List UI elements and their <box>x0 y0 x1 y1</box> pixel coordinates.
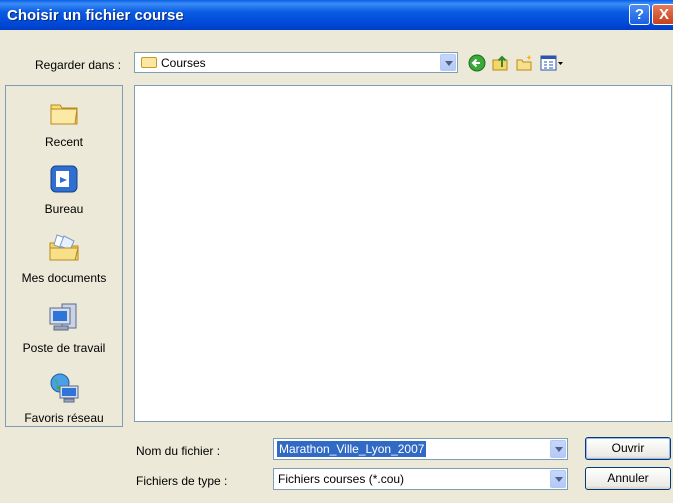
place-desktop[interactable]: Bureau <box>6 163 122 216</box>
filename-input[interactable]: Marathon_Ville_Lyon_2007 <box>273 438 568 460</box>
cancel-button[interactable]: Annuler <box>585 467 671 490</box>
place-label: Recent <box>44 135 84 149</box>
place-label: Poste de travail <box>22 341 106 355</box>
window-title: Choisir un fichier course <box>7 7 184 24</box>
place-my-computer[interactable]: Poste de travail <box>6 302 122 355</box>
place-recent[interactable]: Recent <box>6 96 122 149</box>
open-button[interactable]: Ouvrir <box>585 437 671 460</box>
file-list[interactable] <box>134 85 672 422</box>
place-label: Bureau <box>44 202 84 216</box>
title-bar: Choisir un fichier course ? X <box>0 0 673 30</box>
look-in-combo[interactable]: Courses <box>134 52 458 73</box>
place-label: Favoris réseau <box>24 411 104 425</box>
filename-label: Nom du fichier : <box>136 444 221 458</box>
chevron-down-icon[interactable] <box>550 470 566 488</box>
folder-icon <box>141 57 157 68</box>
close-button[interactable]: X <box>652 4 673 25</box>
place-network[interactable]: Favoris réseau <box>6 372 122 425</box>
filetype-select[interactable]: Fichiers courses (*.cou) <box>273 468 568 490</box>
new-folder-icon[interactable] <box>516 54 534 72</box>
filename-value[interactable]: Marathon_Ville_Lyon_2007 <box>277 441 427 457</box>
up-folder-icon[interactable] <box>492 54 510 72</box>
place-my-documents[interactable]: Mes documents <box>6 232 122 285</box>
look-in-value: Courses <box>161 56 206 70</box>
my-documents-icon <box>49 234 79 261</box>
desktop-icon <box>50 165 78 193</box>
chevron-down-icon[interactable] <box>550 440 566 458</box>
view-menu-icon[interactable] <box>540 54 564 72</box>
places-bar: Recent Bureau Mes documents Poste de tra… <box>5 85 123 427</box>
my-computer-icon <box>49 303 77 331</box>
place-label: Mes documents <box>21 271 107 285</box>
look-in-label: Regarder dans : <box>35 58 122 72</box>
network-places-icon <box>50 373 79 403</box>
filetype-label: Fichiers de type : <box>136 474 228 488</box>
help-button[interactable]: ? <box>629 4 650 25</box>
back-icon[interactable] <box>468 54 486 72</box>
recent-folder-icon <box>50 104 78 125</box>
chevron-down-icon[interactable] <box>440 54 456 71</box>
filetype-value: Fichiers courses (*.cou) <box>278 472 405 486</box>
